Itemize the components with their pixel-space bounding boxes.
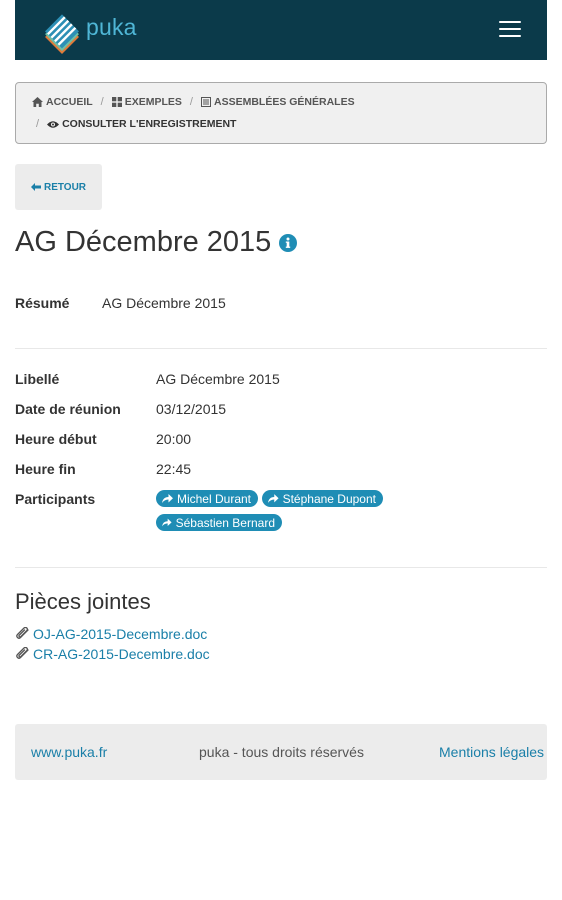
breadcrumb-separator: / <box>100 96 104 108</box>
end-time-label: Heure fin <box>15 461 76 477</box>
breadcrumb-item-assemblees-generales[interactable]: ASSEMBLÉES GÉNÉRALES <box>200 96 355 108</box>
date-label: Date de réunion <box>15 401 121 417</box>
participant-name: Sébastien Bernard <box>175 515 275 530</box>
hamburger-bar <box>499 21 521 23</box>
breadcrumb-label: EXEMPLES <box>124 96 182 108</box>
breadcrumb-item-exemples[interactable]: EXEMPLES <box>111 96 182 108</box>
summary-value: AG Décembre 2015 <box>102 295 226 311</box>
top-navbar: puka <box>15 0 547 60</box>
breadcrumb-separator: / <box>36 118 40 130</box>
eye-icon <box>47 120 60 128</box>
attachment-filename: OJ-AG-2015-Decembre.doc <box>33 626 208 642</box>
footer-website-link[interactable]: www.puka.fr <box>31 744 107 760</box>
participants-label: Participants <box>15 491 96 507</box>
page-title-text: AG Décembre 2015 <box>15 226 272 258</box>
arrow-left-icon <box>30 183 41 191</box>
footer: www.puka.fr puka - tous droits réservés … <box>15 724 547 780</box>
hamburger-bar <box>499 35 521 37</box>
logo-text: puka <box>86 13 137 40</box>
summary-label: Résumé <box>15 295 70 311</box>
list-icon <box>200 97 211 107</box>
share-arrow-icon <box>162 494 173 503</box>
paperclip-icon <box>16 647 29 659</box>
attachment-link-cr[interactable]: CR-AG-2015-Decembre.doc <box>15 646 210 662</box>
participant-name: Stéphane Dupont <box>282 491 376 506</box>
breadcrumb-row: / CONSULTER L'ENREGISTREMENT <box>36 118 236 130</box>
start-time-value: 20:00 <box>156 431 192 447</box>
end-time-value: 22:45 <box>156 461 192 477</box>
hamburger-menu-icon[interactable] <box>499 21 521 37</box>
breadcrumb-item-current: CONSULTER L'ENREGISTREMENT <box>47 118 236 130</box>
date-value: 03/12/2015 <box>156 401 227 417</box>
breadcrumb-separator: / <box>189 96 193 108</box>
footer-legal-link[interactable]: Mentions légales <box>439 744 544 760</box>
share-arrow-icon <box>162 518 172 527</box>
attachment-link-oj[interactable]: OJ-AG-2015-Decembre.doc <box>15 626 207 642</box>
breadcrumb-item-accueil[interactable]: ACCUEIL <box>32 96 93 108</box>
hamburger-bar <box>499 28 521 30</box>
breadcrumb-row: ACCUEIL / EXEMPLES / ASSEMBLÉES GÉNÉRALE… <box>32 96 355 108</box>
libelle-label: Libellé <box>15 371 60 387</box>
breadcrumb-label: CONSULTER L'ENREGISTREMENT <box>62 118 237 130</box>
puka-logo[interactable]: puka <box>39 12 137 54</box>
info-circle-icon[interactable] <box>279 233 298 252</box>
participant-tag-sebastien-bernard[interactable]: Sébastien Bernard <box>156 514 282 531</box>
start-time-label: Heure début <box>15 431 97 447</box>
share-arrow-icon <box>268 494 279 503</box>
paperclip-icon <box>16 627 29 639</box>
footer-copyright: puka - tous droits réservés <box>199 744 364 760</box>
breadcrumb-label: ACCUEIL <box>46 96 93 108</box>
breadcrumb: ACCUEIL / EXEMPLES / ASSEMBLÉES GÉNÉRALE… <box>15 82 547 144</box>
home-icon <box>32 97 43 107</box>
libelle-value: AG Décembre 2015 <box>156 371 280 387</box>
back-button[interactable]: RETOUR <box>15 164 102 210</box>
divider <box>15 567 547 568</box>
puka-logo-mark <box>45 14 79 54</box>
attachment-filename: CR-AG-2015-Decembre.doc <box>33 646 210 662</box>
attachments-title: Pièces jointes <box>15 589 151 614</box>
back-button-label: RETOUR <box>43 181 87 193</box>
divider <box>15 348 547 349</box>
participant-name: Michel Durant <box>176 491 251 506</box>
breadcrumb-label: ASSEMBLÉES GÉNÉRALES <box>213 96 355 108</box>
participant-tag-stephane-dupont[interactable]: Stéphane Dupont <box>262 490 383 507</box>
grid-icon <box>111 97 122 107</box>
page-title: AG Décembre 2015 <box>15 226 298 259</box>
participant-tag-michel-durant[interactable]: Michel Durant <box>156 490 258 507</box>
